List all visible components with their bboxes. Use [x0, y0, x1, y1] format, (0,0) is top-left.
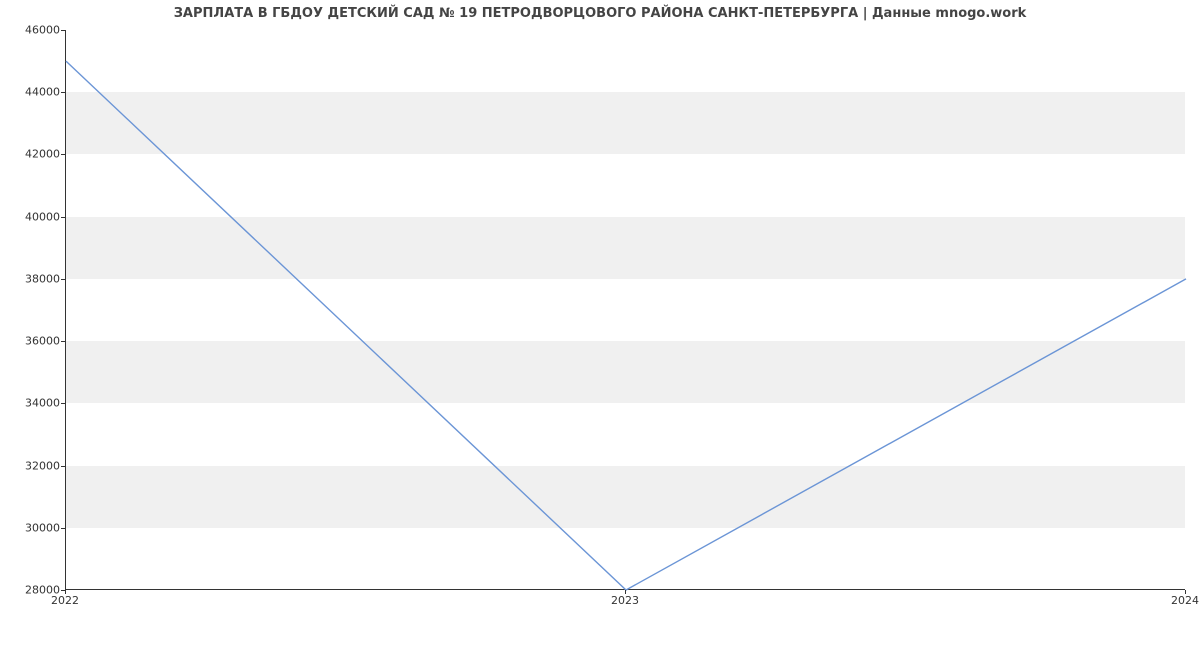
y-tick-mark	[61, 341, 65, 342]
y-tick-label: 44000	[5, 86, 60, 99]
y-tick-label: 30000	[5, 521, 60, 534]
x-tick-label: 2023	[611, 594, 639, 607]
y-tick-mark	[61, 279, 65, 280]
y-tick-mark	[61, 466, 65, 467]
y-tick-mark	[61, 528, 65, 529]
x-tick-label: 2024	[1171, 594, 1199, 607]
y-tick-mark	[61, 217, 65, 218]
y-tick-label: 46000	[5, 24, 60, 37]
y-tick-label: 42000	[5, 148, 60, 161]
x-tick-mark	[625, 590, 626, 594]
y-tick-label: 36000	[5, 335, 60, 348]
y-tick-mark	[61, 92, 65, 93]
y-tick-label: 34000	[5, 397, 60, 410]
y-tick-label: 40000	[5, 210, 60, 223]
chart-container: ЗАРПЛАТА В ГБДОУ ДЕТСКИЙ САД № 19 ПЕТРОД…	[0, 0, 1200, 650]
y-tick-mark	[61, 154, 65, 155]
y-tick-label: 32000	[5, 459, 60, 472]
data-line	[66, 61, 1186, 590]
y-tick-mark	[61, 403, 65, 404]
plot-area	[65, 30, 1185, 590]
y-tick-mark	[61, 30, 65, 31]
x-tick-mark	[1185, 590, 1186, 594]
x-tick-mark	[65, 590, 66, 594]
x-tick-label: 2022	[51, 594, 79, 607]
y-tick-label: 38000	[5, 272, 60, 285]
line-layer	[66, 30, 1185, 589]
chart-title: ЗАРПЛАТА В ГБДОУ ДЕТСКИЙ САД № 19 ПЕТРОД…	[0, 6, 1200, 21]
